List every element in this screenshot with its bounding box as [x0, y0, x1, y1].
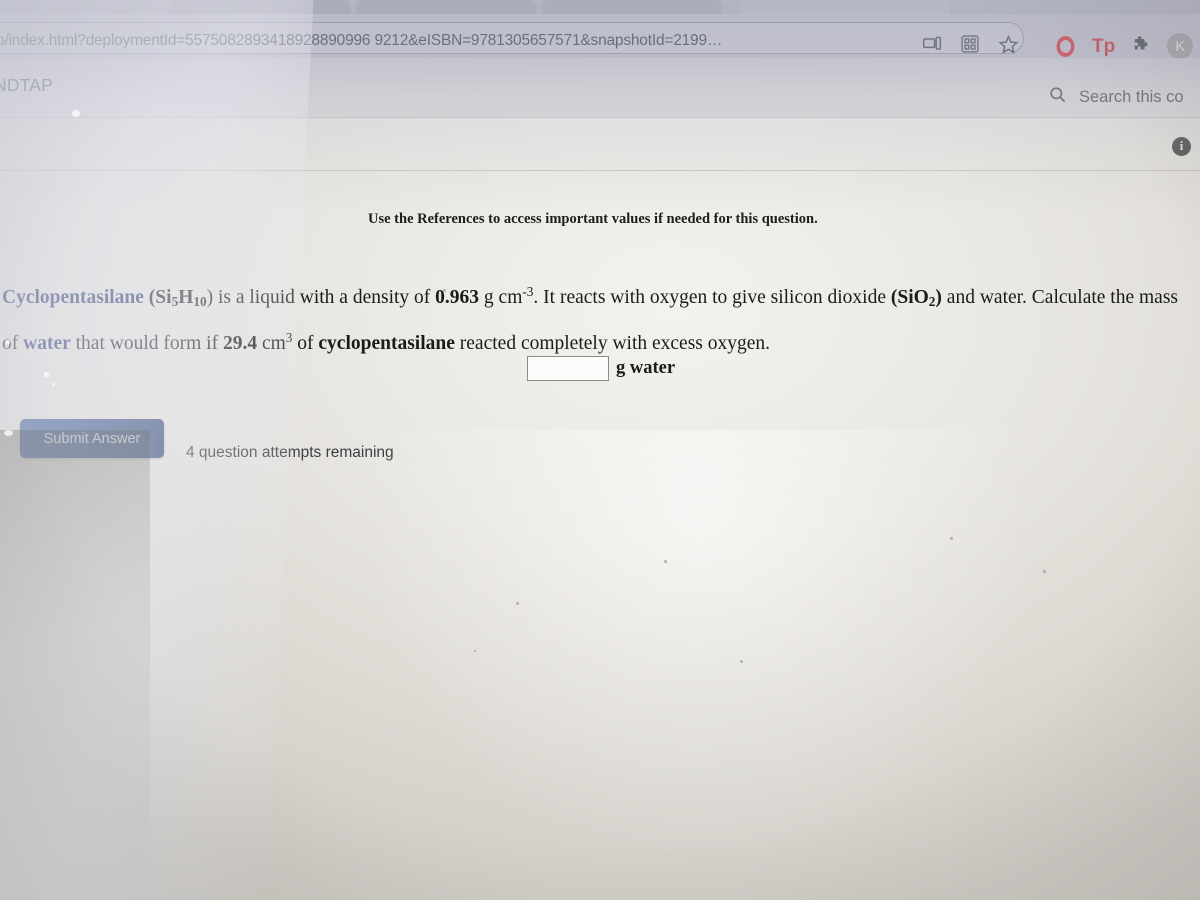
omnibox-icon-group [922, 34, 1019, 54]
extensions-puzzle-icon[interactable] [1131, 34, 1151, 59]
app-brand-label: NDTAP [0, 75, 54, 95]
qr-code-icon[interactable] [960, 34, 980, 54]
browser-tab[interactable] [542, 0, 722, 14]
browser-tab[interactable] [170, 0, 350, 14]
question-statement: Cyclopentasilane (Si5H10) is a liquid wi… [2, 274, 1188, 362]
submit-answer-button[interactable]: Submit Answer [20, 419, 164, 458]
browser-tab-strip[interactable] [0, 0, 1200, 14]
search-icon [1048, 85, 1067, 109]
url-text[interactable]: o/index.html?deploymentId=55750828934189… [0, 32, 722, 50]
profile-avatar[interactable]: K [1167, 33, 1194, 59]
attempts-remaining-label: 4 question attempts remaining [186, 444, 394, 461]
app-header-bar [0, 58, 1200, 117]
formula-sub-h: 10 [193, 293, 207, 309]
browser-tab[interactable] [356, 0, 536, 14]
answer-input[interactable] [527, 356, 609, 381]
reaction-text-1: . It reacts with oxygen to give silicon … [533, 286, 891, 308]
cast-device-icon[interactable] [922, 34, 942, 54]
extension-icon-group: Tp K [1055, 33, 1194, 59]
formula-mid: H [178, 286, 194, 308]
browser-screenshot-photo: o/index.html?deploymentId=55750828934189… [0, 0, 1200, 900]
course-search-control[interactable]: Search this co [1048, 85, 1184, 109]
header-divider-bottom [0, 170, 1200, 171]
volume-value: 29.4 [222, 332, 258, 354]
answer-unit-label: g water [616, 358, 676, 378]
line2-text-a: that would form if [70, 332, 223, 354]
product-formula-lead: (SiO [890, 286, 929, 308]
density-exponent: -3 [522, 284, 534, 299]
compound-inline-name: cyclopentasilane [318, 332, 455, 354]
density-value: 0.963 [435, 286, 480, 308]
bookmark-star-icon[interactable] [998, 34, 1019, 54]
screen-surface [0, 0, 1200, 900]
info-icon[interactable]: i [1172, 137, 1191, 156]
course-search-label: Search this co [1079, 87, 1184, 106]
formula-lead: (Si [148, 286, 172, 308]
browser-toolbar: o/index.html?deploymentId=55750828934189… [0, 14, 1200, 59]
volume-unit: cm [257, 332, 286, 354]
water-highlight: water [23, 332, 71, 354]
line2-text-b: of [292, 332, 319, 354]
answer-entry-row: g water [527, 356, 675, 381]
density-unit: g cm [479, 286, 523, 308]
header-divider-top [0, 117, 1200, 118]
tp-extension-icon[interactable]: Tp [1092, 37, 1115, 56]
line2-text-c: reacted completely with excess oxygen. [454, 332, 771, 354]
formula-tail-text: ) is a liquid with a density of [206, 286, 436, 308]
compound-name-highlight: Cyclopentasilane [2, 286, 144, 308]
opera-logo-icon[interactable] [1056, 35, 1075, 57]
question-instruction: Use the References to access important v… [368, 211, 818, 227]
browser-tab-active[interactable] [740, 0, 950, 14]
